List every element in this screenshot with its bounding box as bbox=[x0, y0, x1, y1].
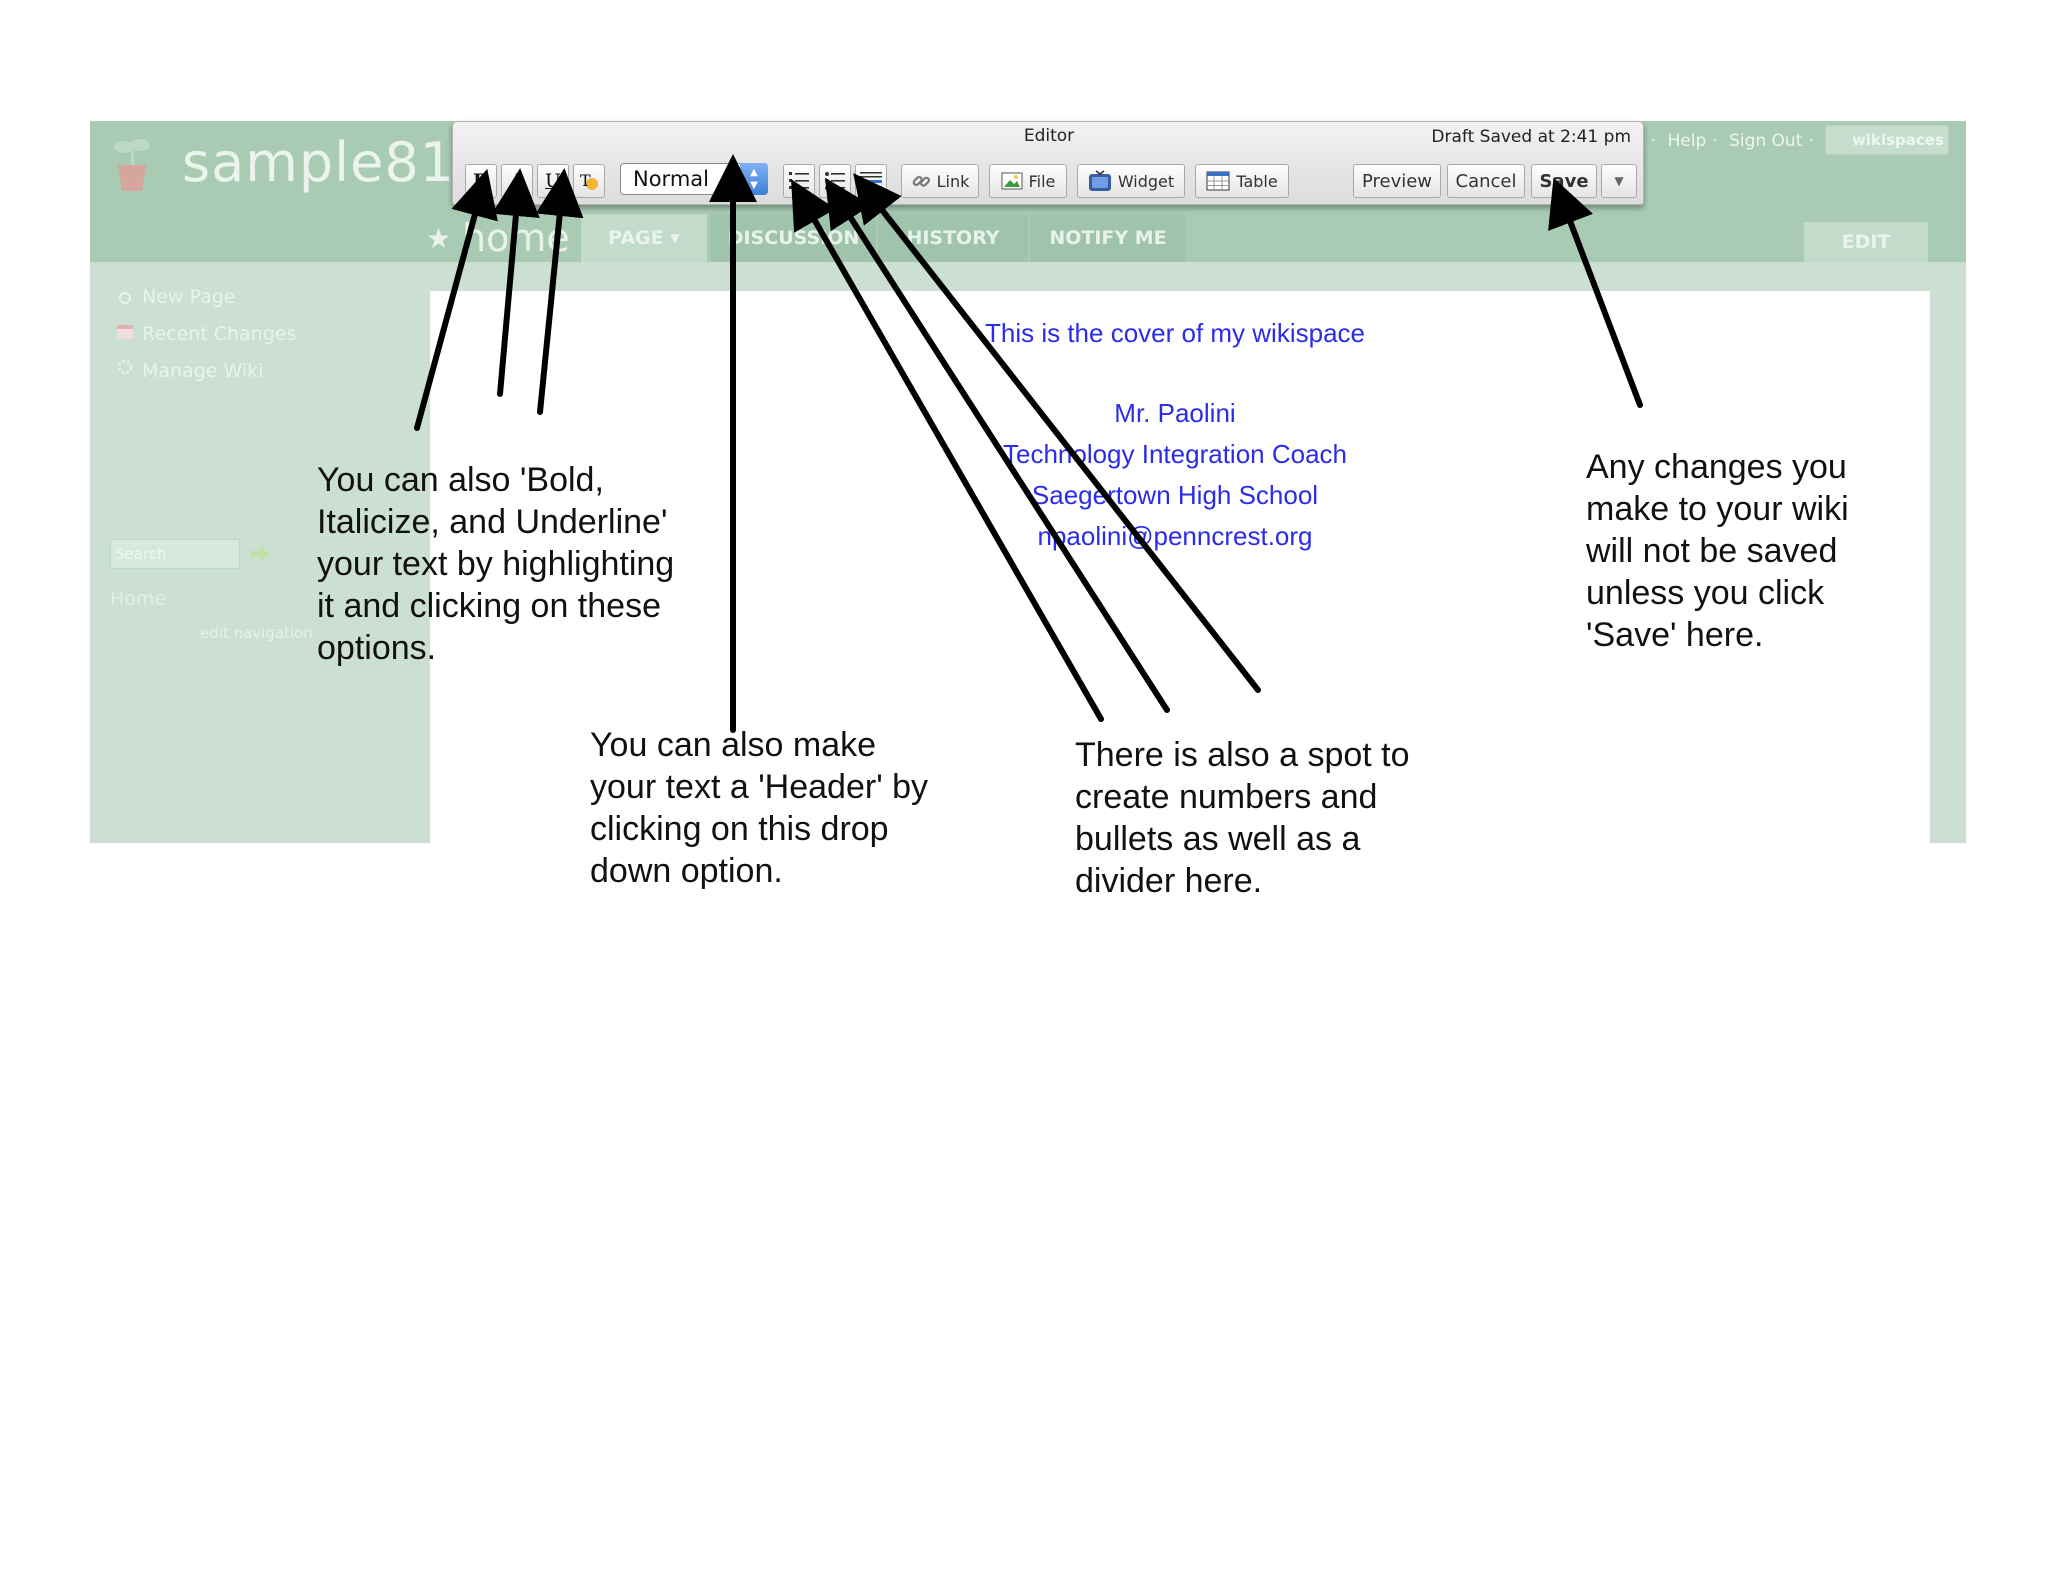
preview-button[interactable]: Preview bbox=[1353, 164, 1441, 198]
numbered-list-button[interactable] bbox=[783, 164, 815, 198]
save-options-button[interactable]: ▼ bbox=[1601, 164, 1637, 198]
tab-edit[interactable]: EDIT bbox=[1804, 222, 1928, 262]
wiki-title[interactable]: sample81 bbox=[182, 131, 455, 194]
numbered-list-icon bbox=[789, 172, 809, 189]
tv-widget-icon bbox=[1088, 170, 1111, 191]
search-input[interactable]: Search bbox=[110, 539, 240, 569]
flower-pot-icon bbox=[114, 139, 150, 191]
doc-line-title[interactable]: This is the cover of my wikispace bbox=[905, 318, 1445, 349]
chevron-down-icon: ▾ bbox=[670, 227, 680, 249]
insert-file-button[interactable]: File bbox=[989, 164, 1067, 198]
calendar-icon bbox=[117, 325, 133, 339]
insert-link-button[interactable]: Link bbox=[901, 164, 979, 198]
star-icon[interactable]: ★ bbox=[426, 222, 451, 255]
format-select-value: Normal bbox=[633, 167, 709, 191]
save-button[interactable]: Save bbox=[1531, 164, 1597, 198]
gear-icon bbox=[117, 359, 133, 375]
tab-history[interactable]: HISTORY bbox=[878, 214, 1028, 262]
sidebar-item-recent-changes[interactable]: Recent Changes bbox=[142, 323, 296, 345]
arrow-right-icon[interactable] bbox=[248, 543, 272, 565]
help-link[interactable]: Help bbox=[1667, 131, 1706, 151]
insert-link-label: Link bbox=[936, 171, 970, 191]
note-lists: There is also a spot to create numbers a… bbox=[1075, 736, 1410, 900]
image-file-icon bbox=[1001, 172, 1023, 190]
new-page-icon bbox=[119, 292, 131, 304]
text-color-icon: T bbox=[580, 171, 598, 190]
wikispaces-badge-label: wikispaces bbox=[1852, 131, 1944, 149]
select-arrows-icon: ▲ ▼ bbox=[740, 163, 768, 195]
edit-navigation-link[interactable]: edit navigation bbox=[200, 624, 313, 642]
wikispaces-badge[interactable]: wikispaces bbox=[1825, 125, 1949, 155]
underline-button[interactable]: U bbox=[537, 164, 569, 198]
tab-discussion[interactable]: DISCUSSION bbox=[711, 214, 876, 262]
tab-page-label: PAGE bbox=[608, 227, 664, 249]
insert-widget-label: Widget bbox=[1117, 171, 1175, 191]
doc-line-name[interactable]: Mr. Paolini bbox=[905, 398, 1445, 429]
divider-button[interactable] bbox=[855, 164, 887, 198]
bullet-list-icon bbox=[825, 172, 845, 190]
horizontal-rule-icon bbox=[860, 172, 882, 192]
insert-widget-button[interactable]: Widget bbox=[1077, 164, 1185, 198]
italic-button[interactable]: I bbox=[501, 164, 533, 198]
bold-button[interactable]: B bbox=[465, 164, 497, 198]
note-save: Any changes you make to your wiki will n… bbox=[1586, 448, 1849, 654]
note-bold-italic-underline: You can also 'Bold, Italicize, and Under… bbox=[317, 461, 675, 667]
tab-notify-me[interactable]: NOTIFY ME bbox=[1030, 214, 1186, 262]
page-tabs: ★ home PAGE ▾ DISCUSSION HISTORY NOTIFY … bbox=[90, 214, 1966, 262]
bullet-list-button[interactable] bbox=[819, 164, 851, 198]
tab-page[interactable]: PAGE ▾ bbox=[581, 214, 707, 262]
text-color-button[interactable]: T bbox=[573, 164, 605, 198]
cancel-button[interactable]: Cancel bbox=[1447, 164, 1525, 198]
editor-toolbar: Editor Draft Saved at 2:41 pm B I U T No… bbox=[452, 121, 1644, 205]
sidebar-item-manage-wiki[interactable]: Manage Wiki bbox=[142, 360, 263, 382]
insert-file-label: File bbox=[1028, 171, 1056, 191]
doc-line-school[interactable]: Saegertown High School bbox=[905, 480, 1445, 511]
sign-out-link[interactable]: Sign Out bbox=[1729, 131, 1802, 151]
doc-line-email[interactable]: npaolini@penncrest.org bbox=[905, 521, 1445, 552]
format-select[interactable]: Normal ▲ ▼ bbox=[620, 163, 768, 195]
table-icon bbox=[1206, 171, 1230, 191]
draft-status: Draft Saved at 2:41 pm bbox=[1431, 127, 1631, 147]
sidebar-nav-home[interactable]: Home bbox=[110, 588, 166, 610]
top-links: t· Help· Sign Out· bbox=[1638, 131, 1820, 151]
sidebar-item-new-page[interactable]: New Page bbox=[142, 286, 235, 308]
insert-table-button[interactable]: Table bbox=[1195, 164, 1289, 198]
chain-link-icon bbox=[912, 175, 930, 187]
insert-table-label: Table bbox=[1236, 171, 1278, 191]
tab-home[interactable]: home bbox=[462, 216, 570, 260]
note-header: You can also make your text a 'Header' b… bbox=[590, 726, 929, 890]
doc-line-role[interactable]: Technology Integration Coach bbox=[905, 439, 1445, 470]
chevron-down-icon: ▼ bbox=[1614, 174, 1624, 188]
svg-text:T: T bbox=[580, 171, 591, 190]
